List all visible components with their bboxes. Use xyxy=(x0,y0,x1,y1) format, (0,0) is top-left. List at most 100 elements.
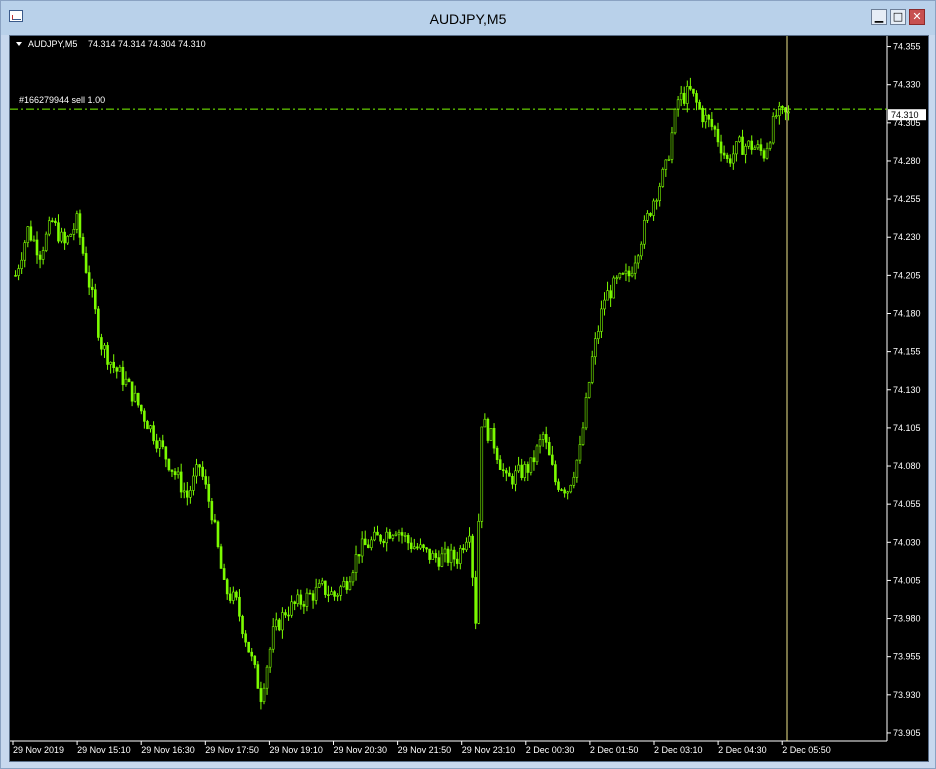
window-title: AUDJPY,M5 xyxy=(429,11,507,27)
candle-body xyxy=(189,490,192,498)
time-tick-label: 29 Nov 2019 xyxy=(13,745,64,755)
candle-body xyxy=(701,107,704,123)
candle-body xyxy=(710,119,714,127)
time-tick-label: 2 Dec 00:30 xyxy=(526,745,575,755)
candle-body xyxy=(376,531,379,536)
candle-body xyxy=(139,404,143,412)
candle-body xyxy=(29,226,33,241)
close-button[interactable]: ✕ xyxy=(909,9,925,25)
close-icon: ✕ xyxy=(912,10,922,23)
candle-body xyxy=(471,535,474,578)
minimize-button[interactable]: ▁ xyxy=(871,9,887,25)
candle-body xyxy=(268,648,272,668)
candle-body xyxy=(103,345,106,350)
candle-body xyxy=(541,434,545,440)
candle-body xyxy=(235,591,238,598)
candle-body xyxy=(106,345,109,365)
candle-body xyxy=(753,147,757,150)
candlestick-chart[interactable]: AUDJPY,M5 74.314 74.314 74.304 74.310 #1… xyxy=(10,36,928,761)
candle-body xyxy=(597,331,600,340)
candle-body xyxy=(351,572,355,583)
candle-body xyxy=(639,243,643,257)
price-tick-label: 74.080 xyxy=(893,461,921,471)
candle-body xyxy=(768,142,772,149)
price-tick-label: 73.905 xyxy=(893,728,921,738)
candle-body xyxy=(115,367,119,372)
candle-body xyxy=(348,581,352,590)
candle-body xyxy=(633,262,637,274)
candle-body xyxy=(416,546,419,549)
candle-body xyxy=(477,521,481,624)
candle-body xyxy=(630,272,634,277)
candle-body xyxy=(244,633,247,643)
candle-body xyxy=(317,582,321,588)
candle-body xyxy=(636,255,640,264)
candle-body xyxy=(738,136,741,142)
candle-body xyxy=(201,466,204,477)
candle-body xyxy=(514,470,517,485)
candle-body xyxy=(646,213,649,221)
candle-body xyxy=(210,501,214,521)
candle-body xyxy=(452,549,456,560)
candle-body xyxy=(520,464,523,478)
candle-body xyxy=(551,454,554,465)
time-axis: 29 Nov 2019 29 Nov 15:10 29 Nov 16:30 29 No… xyxy=(12,741,831,755)
candle-body xyxy=(606,290,609,301)
candle-body xyxy=(544,434,548,443)
candle-body xyxy=(722,152,726,156)
candle-body xyxy=(443,548,447,555)
candle-body xyxy=(627,270,631,277)
candle-body xyxy=(121,366,125,385)
candle-body xyxy=(216,521,220,547)
candle-body xyxy=(563,489,566,494)
chart-area[interactable]: AUDJPY,M5 74.314 74.314 74.304 74.310 #1… xyxy=(9,35,929,762)
candle-body xyxy=(44,233,48,251)
ohlc-label: 74.314 74.314 74.304 74.310 xyxy=(88,39,206,49)
candle-body xyxy=(90,286,94,290)
candle-body xyxy=(327,594,330,596)
candle-body xyxy=(508,472,511,477)
candle-body xyxy=(373,531,376,541)
maximize-button[interactable]: □ xyxy=(890,9,906,25)
candle-body xyxy=(486,418,490,441)
time-tick-label: 2 Dec 01:50 xyxy=(590,745,639,755)
candle-body xyxy=(615,277,619,280)
candle-body xyxy=(222,568,226,580)
candle-body xyxy=(505,470,508,474)
candle-body xyxy=(784,107,787,113)
price-tick-label: 74.205 xyxy=(893,270,921,280)
candle-body xyxy=(253,655,257,665)
candle-body xyxy=(406,535,410,544)
title-bar[interactable]: AUDJPY,M5 ▁ □ ✕ xyxy=(1,1,935,35)
candle-body xyxy=(250,651,254,657)
candle-body xyxy=(498,459,502,470)
candle-body xyxy=(762,150,766,159)
candle-body xyxy=(109,361,112,365)
chart-menu-icon[interactable] xyxy=(16,42,22,46)
price-tick-label: 74.130 xyxy=(893,385,921,395)
candle-body xyxy=(219,546,223,569)
candle-body xyxy=(296,594,300,604)
candle-body xyxy=(256,664,260,689)
candle-body xyxy=(735,141,738,155)
symbol-label: AUDJPY,M5 xyxy=(28,39,77,49)
candle-body xyxy=(72,229,76,235)
candle-body xyxy=(81,237,85,254)
candle-body xyxy=(330,591,333,595)
candle-body xyxy=(590,356,594,383)
candle-body xyxy=(354,554,358,574)
price-tick-label: 74.255 xyxy=(893,194,921,204)
price-tick-label: 74.180 xyxy=(893,308,921,318)
candle-body xyxy=(357,554,361,557)
candles-group xyxy=(14,77,790,710)
candle-body xyxy=(363,538,367,546)
candle-body xyxy=(728,158,732,164)
candle-body xyxy=(713,126,717,130)
candle-body xyxy=(462,547,465,551)
candle-body xyxy=(284,612,287,616)
candle-body xyxy=(440,553,444,567)
candle-body xyxy=(17,268,20,276)
candle-body xyxy=(195,464,198,477)
candle-body xyxy=(164,446,168,460)
candle-body xyxy=(725,154,729,160)
